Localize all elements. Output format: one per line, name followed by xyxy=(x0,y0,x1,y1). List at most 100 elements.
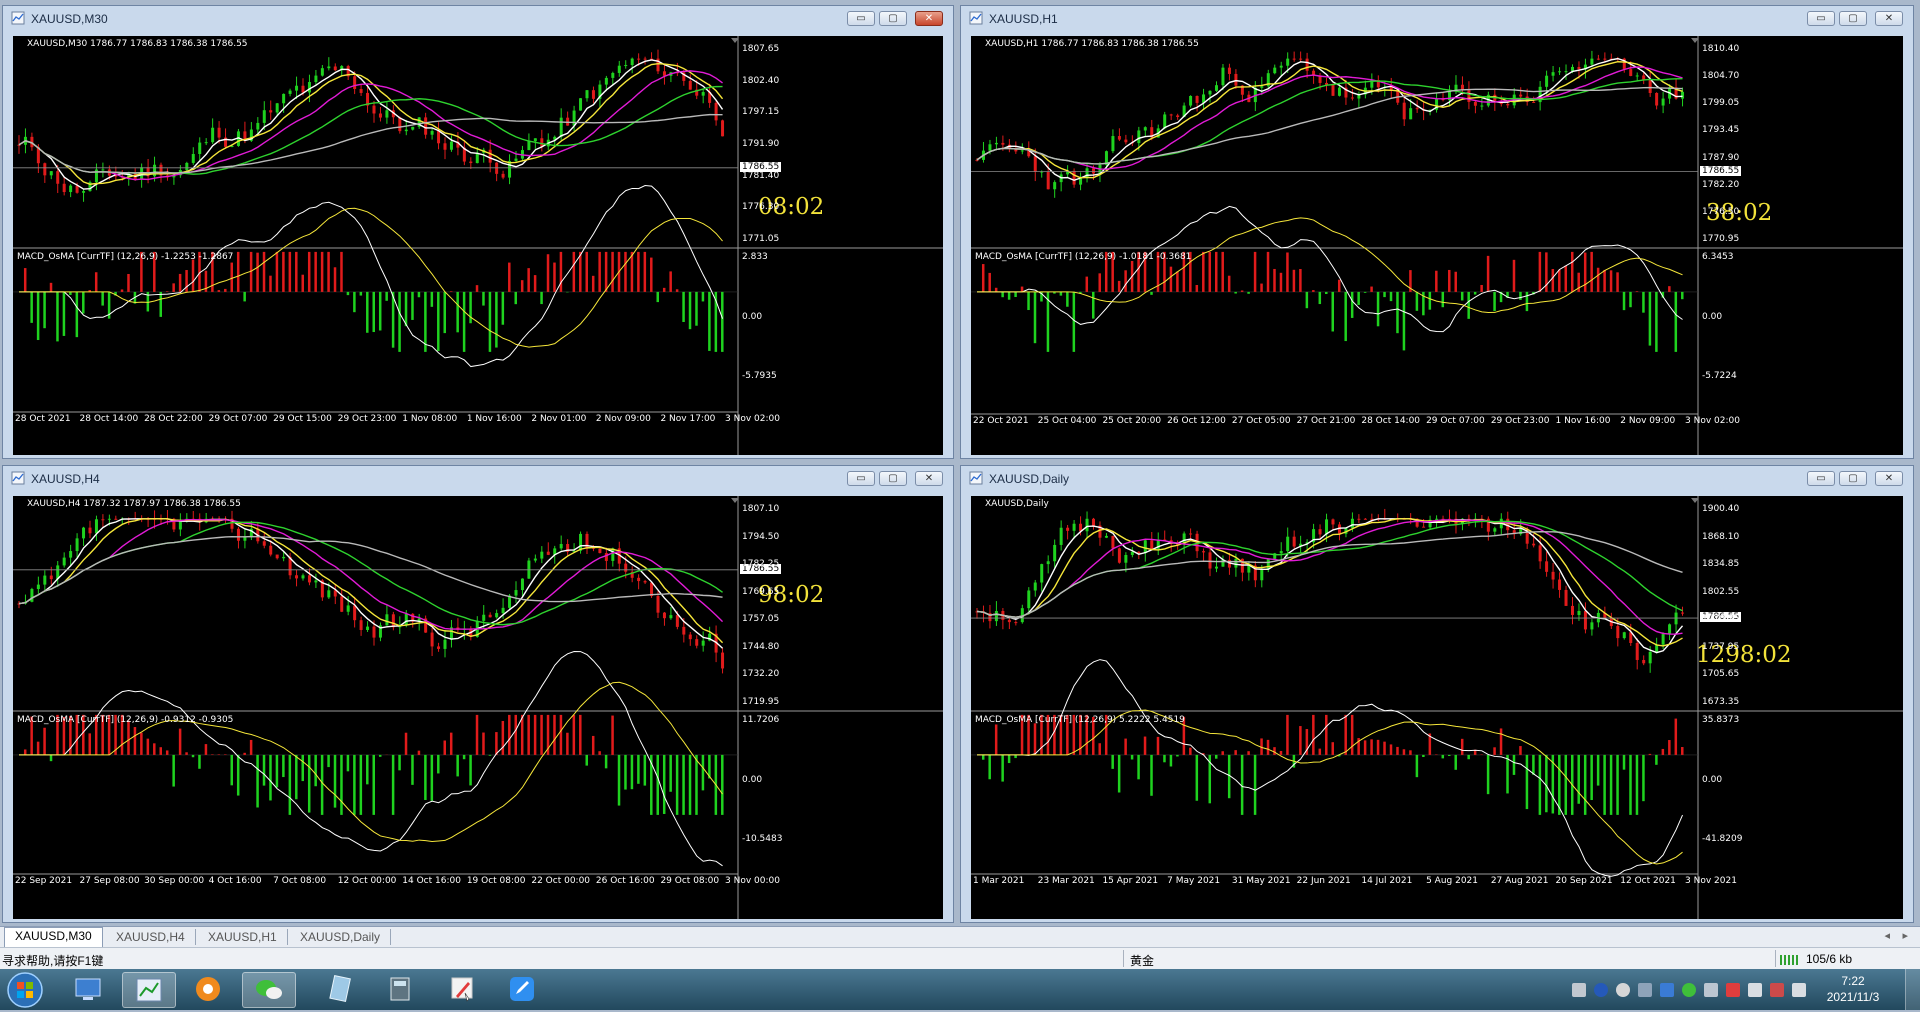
tray-volume-icon[interactable] xyxy=(1704,983,1718,997)
tab-scroll-right-icon[interactable]: ▸ xyxy=(1902,929,1908,942)
tray-wechat-icon[interactable] xyxy=(1682,983,1696,997)
macd-bar xyxy=(527,715,530,755)
macd-bar xyxy=(1189,748,1192,755)
window-titlebar[interactable]: XAUUSD,H4 ▭ ▢ ✕ xyxy=(3,466,953,490)
candle-body xyxy=(269,110,272,112)
candle-body xyxy=(444,640,447,649)
restore-button[interactable]: ▢ xyxy=(879,471,907,486)
macd-bar xyxy=(1098,273,1101,292)
macd-bar xyxy=(1403,292,1406,351)
tab-scroll-left-icon[interactable]: ◂ xyxy=(1884,929,1890,942)
taskbar-clock[interactable]: 7:22 2021/11/3 xyxy=(1818,973,1888,1005)
close-button[interactable]: ✕ xyxy=(915,11,943,26)
macd-bar xyxy=(1157,737,1160,755)
macd-bar xyxy=(172,283,175,292)
time-tick-label: 29 Oct 23:00 xyxy=(338,414,397,424)
chart-area[interactable]: XAUUSD,M30 1786.77 1786.83 1786.38 1786.… xyxy=(13,36,943,455)
close-button[interactable]: ✕ xyxy=(1875,471,1903,486)
minimize-button[interactable]: ▭ xyxy=(847,11,875,26)
macd-bar xyxy=(24,749,27,754)
chart-window-daily[interactable]: XAUUSD,Daily ▭ ▢ ✕ XAUUSD,DailyMACD_OsMA… xyxy=(960,465,1914,923)
macd-bar xyxy=(1260,284,1263,292)
tab-xauusd-daily[interactable]: XAUUSD,Daily xyxy=(290,929,391,945)
candle-body xyxy=(1286,59,1289,66)
macd-bar xyxy=(1377,740,1380,755)
time-tick-label: 28 Oct 2021 xyxy=(15,414,71,424)
chart-area[interactable]: XAUUSD,DailyMACD_OsMA [CurrTF] (12,26,9)… xyxy=(971,496,1903,919)
time-tick-label: 29 Oct 07:00 xyxy=(209,414,268,424)
chart-window-m30[interactable]: XAUUSD,M30 ▭ ▢ ✕ XAUUSD,M30 1786.77 1786… xyxy=(2,5,954,459)
taskbar-app-blue-icon[interactable] xyxy=(496,972,548,1006)
candle-body xyxy=(1189,533,1192,534)
price-tick-label: 1793.45 xyxy=(1702,125,1739,135)
tray-shield-icon[interactable] xyxy=(1660,983,1674,997)
restore-button[interactable]: ▢ xyxy=(1839,11,1867,26)
macd-bar xyxy=(76,292,79,337)
minimize-button[interactable]: ▭ xyxy=(1807,471,1835,486)
tray-speaker-icon[interactable] xyxy=(1748,983,1762,997)
candle-body xyxy=(1636,643,1639,660)
restore-button[interactable]: ▢ xyxy=(879,11,907,26)
tab-xauusd-h4[interactable]: XAUUSD,H4 xyxy=(106,929,196,945)
macd-bar xyxy=(586,252,589,292)
candle-body xyxy=(1176,115,1179,117)
chart-area[interactable]: XAUUSD,H1 1786.77 1786.83 1786.38 1786.5… xyxy=(971,36,1903,455)
candle-body xyxy=(644,59,647,60)
macd-bar xyxy=(411,755,414,785)
tab-xauusd-h1[interactable]: XAUUSD,H1 xyxy=(198,929,288,945)
macd-bar xyxy=(1448,755,1451,756)
macd-bar xyxy=(1403,749,1406,755)
tray-help-icon[interactable] xyxy=(1594,983,1608,997)
taskbar-notepad-icon[interactable] xyxy=(314,972,366,1006)
start-button-icon[interactable] xyxy=(4,970,46,1010)
macd-bar xyxy=(1649,292,1652,346)
candle-body xyxy=(1221,68,1224,86)
taskbar-wechat-icon[interactable] xyxy=(242,972,296,1008)
macd-bar xyxy=(540,715,543,755)
window-titlebar[interactable]: XAUUSD,M30 ▭ ▢ ✕ xyxy=(3,6,953,30)
tray-keyboard-icon[interactable] xyxy=(1572,983,1586,997)
macd-info: MACD_OsMA [CurrTF] (12,26,9) 5.2222 5.45… xyxy=(975,715,1185,725)
tray-settings-icon[interactable] xyxy=(1616,983,1630,997)
window-titlebar[interactable]: XAUUSD,Daily ▭ ▢ ✕ xyxy=(961,466,1913,490)
macd-bar xyxy=(237,755,240,796)
restore-button[interactable]: ▢ xyxy=(1839,471,1867,486)
tray-mute-icon[interactable] xyxy=(1770,983,1784,997)
taskbar-paint-icon[interactable] xyxy=(436,972,488,1006)
candle-body xyxy=(95,519,98,533)
macd-bar xyxy=(1299,269,1302,292)
taskbar-mt4-icon[interactable] xyxy=(122,972,176,1008)
chart-area[interactable]: XAUUSD,H4 1787.32 1787.97 1786.38 1786.5… xyxy=(13,496,943,919)
tab-xauusd-m30[interactable]: XAUUSD,M30 xyxy=(4,927,103,947)
macd-bar xyxy=(1124,270,1127,292)
candle-body xyxy=(1053,182,1056,189)
chart-window-h1[interactable]: XAUUSD,H1 ▭ ▢ ✕ XAUUSD,H1 1786.77 1786.8… xyxy=(960,5,1914,459)
macd-bar xyxy=(95,272,98,292)
macd-bar xyxy=(1655,292,1658,352)
macd-bar xyxy=(988,273,991,292)
close-button[interactable]: ✕ xyxy=(915,471,943,486)
macd-bar xyxy=(534,715,537,755)
tray-usb-icon[interactable] xyxy=(1726,983,1740,997)
tray-signal-icon[interactable] xyxy=(1792,983,1806,997)
macd-bar xyxy=(1590,755,1593,800)
show-desktop-button[interactable] xyxy=(1905,969,1920,1010)
minimize-button[interactable]: ▭ xyxy=(1807,11,1835,26)
close-button[interactable]: ✕ xyxy=(1875,11,1903,26)
chart-window-h4[interactable]: XAUUSD,H4 ▭ ▢ ✕ XAUUSD,H4 1787.32 1787.9… xyxy=(2,465,954,923)
taskbar-calculator-icon[interactable] xyxy=(374,972,426,1006)
taskbar-desktop-icon[interactable] xyxy=(62,972,114,1006)
tray-network-icon[interactable] xyxy=(1638,983,1652,997)
macd-bar xyxy=(1254,252,1257,292)
macd-bar xyxy=(1170,755,1173,767)
macd-bar xyxy=(1383,292,1386,297)
candle-body xyxy=(295,575,298,578)
time-tick-label: 29 Oct 15:00 xyxy=(273,414,332,424)
macd-bar xyxy=(1603,755,1606,815)
taskbar-app-orange-icon[interactable] xyxy=(182,972,234,1006)
macd-bar xyxy=(721,292,724,352)
macd-signal-line xyxy=(977,218,1683,313)
window-titlebar[interactable]: XAUUSD,H1 ▭ ▢ ✕ xyxy=(961,6,1913,30)
minimize-button[interactable]: ▭ xyxy=(847,471,875,486)
macd-bar xyxy=(1267,740,1270,755)
